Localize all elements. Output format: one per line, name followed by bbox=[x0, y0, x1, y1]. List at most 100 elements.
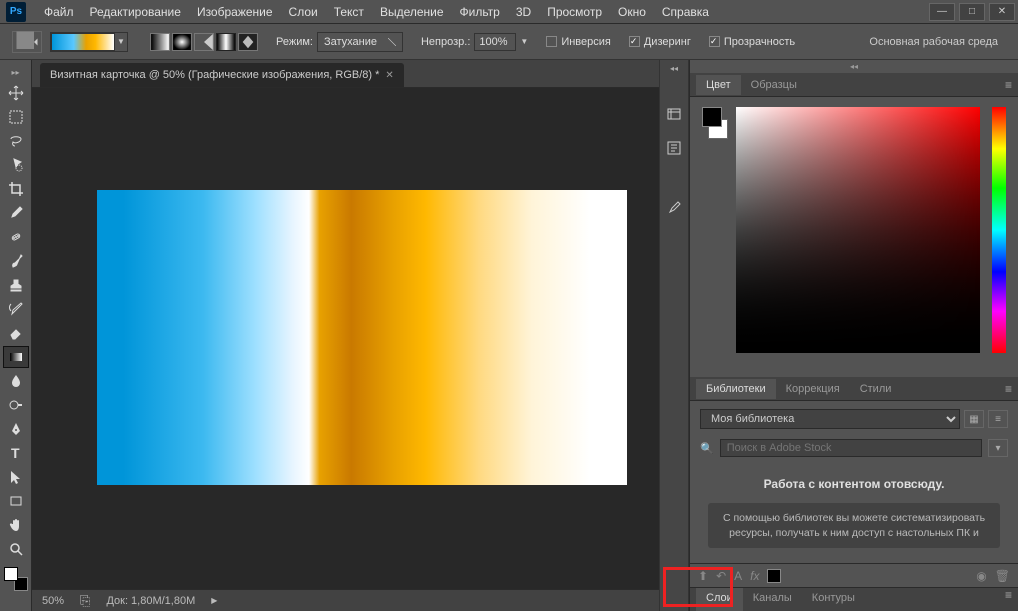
chk-inverse[interactable] bbox=[546, 36, 557, 47]
menu-text[interactable]: Текст bbox=[326, 1, 372, 23]
chk-transparency[interactable] bbox=[709, 36, 720, 47]
zoom-value[interactable]: 50% bbox=[42, 595, 64, 607]
menu-edit[interactable]: Редактирование bbox=[82, 1, 189, 23]
tab-libraries[interactable]: Библиотеки bbox=[696, 379, 776, 399]
tool-dodge[interactable] bbox=[3, 394, 29, 416]
tool-eraser[interactable] bbox=[3, 322, 29, 344]
lib-panel-menu-icon[interactable]: ≡ bbox=[1005, 382, 1012, 396]
tool-preset-picker[interactable] bbox=[12, 31, 42, 53]
fg-color[interactable] bbox=[4, 567, 18, 581]
libraries-panel: Моя библиотека ▦ ≡ 🔍 ▾ Работа с контенто… bbox=[690, 401, 1018, 611]
menu-filter[interactable]: Фильтр bbox=[452, 1, 508, 23]
tool-gradient[interactable] bbox=[3, 346, 29, 368]
library-description: С помощью библиотек вы можете систематиз… bbox=[708, 503, 1000, 548]
color-fg-swatch[interactable] bbox=[702, 107, 722, 127]
menu-layers[interactable]: Слои bbox=[281, 1, 326, 23]
tab-color[interactable]: Цвет bbox=[696, 75, 741, 95]
doc-size-info[interactable]: Док: 1,80M/1,80M bbox=[106, 595, 195, 607]
panels-collapse-icon[interactable]: ◂◂ bbox=[690, 60, 1018, 73]
lib-grid-view-icon[interactable]: ▦ bbox=[964, 410, 984, 428]
color-panel-menu-icon[interactable]: ≡ bbox=[1005, 78, 1012, 92]
canvas[interactable] bbox=[97, 190, 627, 485]
dock-properties-icon[interactable] bbox=[663, 137, 685, 159]
document-area: Визитная карточка @ 50% (Графические изо… bbox=[32, 60, 659, 611]
foot-color-swatch[interactable] bbox=[767, 569, 781, 583]
fg-bg-swatch[interactable] bbox=[4, 567, 28, 591]
library-headline: Работа с контентом отовсюду. bbox=[708, 477, 1000, 491]
tool-eyedropper[interactable] bbox=[3, 202, 29, 224]
saturation-box[interactable] bbox=[736, 107, 980, 353]
tool-blur[interactable] bbox=[3, 370, 29, 392]
stock-search-input[interactable] bbox=[720, 439, 982, 457]
tool-path-select[interactable] bbox=[3, 466, 29, 488]
gradient-diamond[interactable] bbox=[238, 33, 258, 51]
tool-brush[interactable] bbox=[3, 250, 29, 272]
opacity-input[interactable] bbox=[474, 33, 516, 51]
menu-file[interactable]: Файл bbox=[36, 1, 82, 23]
tool-crop[interactable] bbox=[3, 178, 29, 200]
toolbox-collapse-icon[interactable]: ▸▸ bbox=[11, 68, 19, 77]
tool-hand[interactable] bbox=[3, 514, 29, 536]
dock-brush-icon[interactable] bbox=[663, 197, 685, 219]
menu-help[interactable]: Справка bbox=[654, 1, 717, 23]
bottom-panel-tabs: Слои Каналы Контуры ≡ bbox=[690, 587, 1018, 611]
tool-shape[interactable] bbox=[3, 490, 29, 512]
dock-history-icon[interactable] bbox=[663, 103, 685, 125]
gradient-radial[interactable] bbox=[172, 33, 192, 51]
gradient-angle[interactable] bbox=[194, 33, 214, 51]
canvas-viewport[interactable] bbox=[32, 88, 659, 589]
mode-select[interactable]: Затухание bbox=[317, 32, 403, 52]
opacity-dropdown-icon[interactable]: ▼ bbox=[520, 37, 528, 46]
tab-adjustments[interactable]: Коррекция bbox=[776, 379, 850, 399]
gradient-sample[interactable] bbox=[51, 33, 115, 51]
foot-upload-icon[interactable]: ⬆ bbox=[698, 569, 708, 583]
tool-quick-select[interactable] bbox=[3, 154, 29, 176]
chk-transparency-label: Прозрачность bbox=[724, 36, 795, 48]
color-swatch-pair[interactable] bbox=[702, 107, 728, 139]
menu-image[interactable]: Изображение bbox=[189, 1, 281, 23]
window-close[interactable]: ✕ bbox=[989, 3, 1015, 21]
tab-styles[interactable]: Стили bbox=[850, 379, 902, 399]
options-bar: ▼ Режим: Затухание Непрозр.: ▼ Инверсия … bbox=[0, 24, 1018, 60]
foot-fx-icon[interactable]: fx bbox=[750, 569, 759, 583]
lib-list-view-icon[interactable]: ≡ bbox=[988, 410, 1008, 428]
menu-view[interactable]: Просмотр bbox=[539, 1, 610, 23]
tab-swatches[interactable]: Образцы bbox=[741, 75, 807, 95]
gradient-picker-dropdown[interactable]: ▼ bbox=[115, 33, 127, 51]
menu-select[interactable]: Выделение bbox=[372, 1, 452, 23]
gradient-linear[interactable] bbox=[150, 33, 170, 51]
tool-marquee[interactable] bbox=[3, 106, 29, 128]
mid-dock-collapse-icon[interactable]: ◂◂ bbox=[670, 64, 678, 73]
foot-a-icon[interactable]: A bbox=[734, 569, 742, 583]
menu-3d[interactable]: 3D bbox=[508, 1, 539, 23]
workspace-switcher[interactable]: Основная рабочая среда bbox=[861, 34, 1006, 50]
tool-history-brush[interactable] bbox=[3, 298, 29, 320]
tool-stamp[interactable] bbox=[3, 274, 29, 296]
export-icon[interactable]: ⎘ bbox=[80, 593, 90, 609]
tab-channels[interactable]: Каналы bbox=[743, 588, 802, 611]
foot-cc-icon[interactable]: ◉ bbox=[976, 569, 986, 583]
gradient-reflected[interactable] bbox=[216, 33, 236, 51]
tool-zoom[interactable] bbox=[3, 538, 29, 560]
window-minimize[interactable]: — bbox=[929, 3, 955, 21]
tab-layers[interactable]: Слои bbox=[696, 588, 743, 611]
tool-lasso[interactable] bbox=[3, 130, 29, 152]
tool-pen[interactable] bbox=[3, 418, 29, 440]
doc-tab-close-icon[interactable]: ✕ bbox=[385, 70, 393, 81]
window-maximize[interactable]: □ bbox=[959, 3, 985, 21]
document-tab[interactable]: Визитная карточка @ 50% (Графические изо… bbox=[40, 63, 404, 87]
foot-trash-icon[interactable]: 🗑 bbox=[995, 569, 1010, 583]
tool-heal[interactable] bbox=[3, 226, 29, 248]
chk-dithering-label: Дизеринг bbox=[644, 36, 691, 48]
layers-panel-menu-icon[interactable]: ≡ bbox=[1005, 588, 1012, 611]
foot-undo-icon[interactable]: ↶ bbox=[716, 569, 726, 583]
search-opts-icon[interactable]: ▾ bbox=[988, 439, 1008, 457]
info-dropdown-icon[interactable]: ▶ bbox=[211, 596, 217, 605]
tool-move[interactable] bbox=[3, 82, 29, 104]
tab-paths[interactable]: Контуры bbox=[802, 588, 865, 611]
menu-window[interactable]: Окно bbox=[610, 1, 654, 23]
chk-dithering[interactable] bbox=[629, 36, 640, 47]
library-select[interactable]: Моя библиотека bbox=[700, 409, 960, 429]
hue-slider[interactable] bbox=[992, 107, 1006, 353]
tool-text[interactable]: T bbox=[3, 442, 29, 464]
